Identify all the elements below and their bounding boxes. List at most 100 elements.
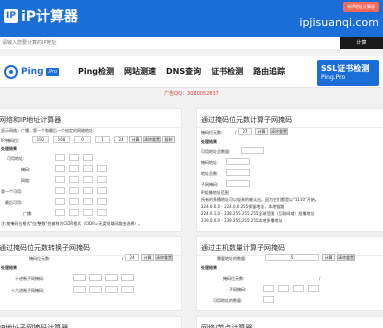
row-label: 子网掩码: (201, 182, 219, 187)
logo-icon: IP (4, 9, 18, 23)
host-count-calculator: 通过主机数量计算子网掩码 需要地址的数量: 5 计算 清除重置 处理结果 掩码位… (196, 236, 383, 311)
site-header: IP iP计算器 ipjisuanqi.com 新IP地址计算器 (0, 0, 383, 37)
clear-button[interactable]: 清除重置 (143, 136, 161, 143)
result-field (55, 187, 65, 194)
result-field (69, 165, 79, 172)
result-field (69, 154, 79, 161)
row-label: 子网掩码: (229, 287, 247, 292)
ip-octet-4[interactable]: 1 (95, 136, 110, 143)
result-field (55, 198, 65, 205)
card-desc: 显示网络，广播，第一个和最后一个给定的网络地址: (1, 128, 95, 133)
ip-octet-3[interactable]: 0 (74, 136, 91, 143)
row-label: 第一个可用: (1, 189, 23, 194)
mask-bits-input[interactable]: 27 (238, 128, 252, 135)
row-label: 网络: (21, 178, 31, 183)
clear-button[interactable]: 清除重置 (270, 128, 288, 135)
mask-bits-calculator: 通过掩码位元数计算子网掩码 掩码位元数: / 27 计算 清除重置 处理结果 可… (196, 108, 383, 232)
card-title: IP地址子网掩码计算器 (0, 317, 181, 328)
site-domain: ipjisuanqi.com (299, 16, 379, 29)
ping-brand: Ping (21, 67, 44, 77)
copy-button[interactable]: 复制 (162, 136, 175, 143)
ip-octet-2[interactable]: 168 (53, 136, 70, 143)
ping-icon (4, 65, 18, 79)
row-label: 可用地址的数量: (213, 298, 243, 303)
multicast-line: 224.0.0.0 - 224.0.0.255保留地址，本地链路 (201, 204, 285, 209)
row-label: 广播: (23, 211, 33, 216)
ssl-title: SSL证书检测 (321, 64, 370, 73)
network-node-calculator: 网络/节点计算器 (196, 316, 383, 328)
count-label: 需要地址的数量: (217, 256, 247, 261)
ping-pro-badge: .Pro (45, 68, 60, 76)
ssl-sub: Ping.Pro (321, 74, 346, 81)
clear-button[interactable]: 清除重置 (337, 254, 355, 261)
row-label: 十六进制子网掩码: (11, 288, 45, 293)
result-field (73, 274, 86, 281)
result-field (69, 198, 79, 205)
site-logo[interactable]: IP iP计算器 (4, 6, 78, 26)
bits-to-mask-converter: 通过掩码位元数转换子网掩码 掩码位元数: / 24 计算 清除重置 处理结果 十… (0, 236, 182, 311)
row-label: 可用地址总数量: (201, 149, 231, 154)
row-label: 最后可用: (5, 200, 23, 205)
result-field (83, 176, 93, 183)
row-label: 掩码地址: (201, 160, 219, 165)
result-head: 处理结果 (1, 146, 17, 151)
mask-bits-input[interactable]: 24 (114, 136, 128, 143)
multicast-line: 所有的多播地址可以轻易的被认出，因为它们都是以"1110"开始。 (201, 197, 319, 202)
ip-subnet-calculator: IP地址子网掩码计算器 (0, 316, 182, 328)
result-field (83, 165, 93, 172)
multicast-title: IP组播地址范围 (201, 190, 229, 195)
network-ip-calculator: 网络和IP地址计算器 显示网络，广播，第一个和最后一个给定的网络地址: IP/掩… (0, 108, 182, 232)
multicast-line: 224.0.1.0 - 238.255.255.255全球范围（互联网域）组播地… (201, 211, 315, 216)
banner-nav-cert[interactable]: 证书检测 (211, 66, 243, 77)
slash: / (319, 276, 321, 281)
search-button[interactable]: 计算 (340, 37, 383, 49)
result-field (97, 187, 107, 194)
ssl-promo[interactable]: SSL证书检测 Ping.Pro (317, 60, 379, 86)
search-input[interactable] (0, 37, 340, 49)
result-field (89, 274, 102, 281)
result-field (263, 285, 274, 292)
result-field (69, 176, 79, 183)
result-field (226, 169, 250, 176)
search-bar: 计算 (0, 37, 383, 49)
result-field (226, 180, 250, 187)
calc-button[interactable]: 计算 (141, 254, 154, 261)
card-title: 网络/节点计算器 (197, 317, 383, 328)
result-field (83, 154, 93, 161)
clear-button[interactable]: 清除重置 (155, 254, 173, 261)
ping-logo: Ping .Pro (4, 65, 60, 79)
result-field (55, 154, 65, 161)
banner-nav-ping[interactable]: Ping检测 (78, 66, 114, 77)
mask-bits-input[interactable]: 24 (125, 254, 139, 261)
row-label: 十进制子网掩码: (15, 276, 45, 281)
result-field (263, 296, 274, 303)
cidr-note: 注:按掩码位格式"位/整数"也被称为CIDR格式（CIDR=无类别域间路由选择）… (1, 221, 143, 226)
card-title: 网络和IP地址计算器 (0, 109, 181, 128)
calc-button[interactable]: 计算 (322, 254, 335, 261)
result-field (69, 209, 79, 216)
calc-button[interactable]: 计算 (129, 136, 142, 143)
ip-octet-1[interactable]: 192 (32, 136, 49, 143)
result-field (73, 286, 86, 293)
top-badge-link[interactable]: 新IP地址计算器 (343, 2, 379, 12)
ad-banner[interactable]: Ping .Pro Ping检测 网站测速 DNS查询 证书检测 路由追踪 SS… (0, 56, 383, 88)
result-field (226, 158, 250, 165)
row-label: 地址总数: (201, 171, 219, 176)
host-count-input[interactable]: 5 (265, 254, 319, 261)
result-field (97, 176, 107, 183)
result-field (121, 286, 134, 293)
result-field (97, 165, 107, 172)
banner-nav-dns[interactable]: DNS查询 (166, 66, 201, 77)
result-field (55, 209, 65, 216)
result-field (241, 147, 264, 154)
result-field (89, 286, 102, 293)
result-field (83, 198, 93, 205)
result-head: 处理结果 (1, 265, 17, 270)
row-label: 可用地址: (7, 156, 25, 161)
result-head: 处理结果 (201, 139, 217, 144)
calc-button[interactable]: 计算 (255, 128, 268, 135)
result-field (97, 209, 107, 216)
row-label: 掩码位元数: (223, 276, 245, 281)
banner-nav-speed[interactable]: 网站测速 (124, 66, 156, 77)
banner-nav-trace[interactable]: 路由追踪 (253, 66, 285, 77)
